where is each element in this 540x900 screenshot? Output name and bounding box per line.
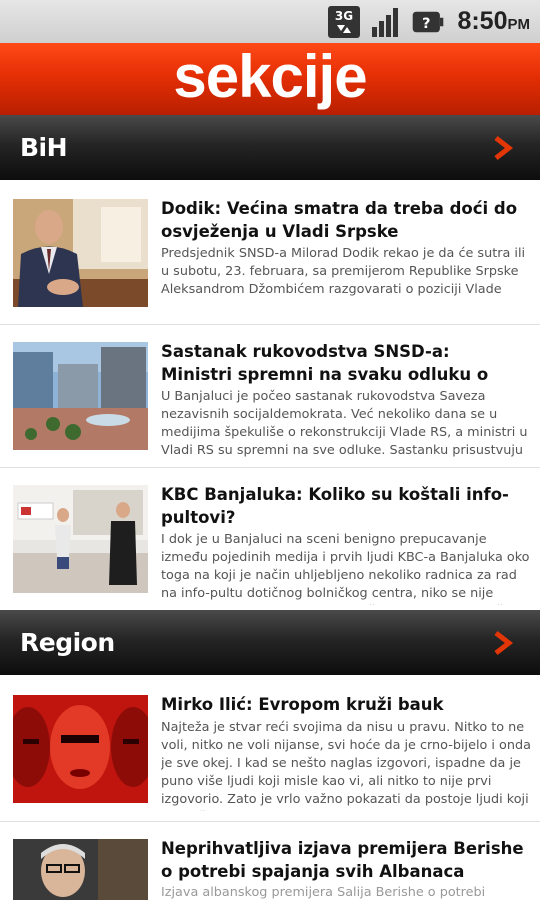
article-item[interactable]: Sastanak rukovodstva SNSD-a: Ministri sp… bbox=[0, 325, 540, 468]
section-header-bih[interactable]: BiH bbox=[0, 115, 540, 180]
clock: 8:50PM bbox=[457, 7, 530, 36]
article-summary: Izjava albanskog premijera Salija Berish… bbox=[161, 885, 486, 900]
network-type-label: 3G bbox=[335, 9, 353, 23]
article-title[interactable]: Dodik: Većina smatra da treba doći do os… bbox=[161, 197, 526, 243]
network-3g-icon: 3G bbox=[327, 5, 361, 39]
section-title: Region bbox=[20, 628, 115, 657]
article-summary: I dok je u Banjaluci na sceni benigno pr… bbox=[161, 532, 530, 605]
article-item[interactable]: KBC Banjaluka: Koliko su koštali info-pu… bbox=[0, 468, 540, 610]
signal-strength-icon bbox=[369, 5, 403, 39]
status-bar: 3G ? 8:50PM bbox=[0, 0, 540, 43]
article-thumbnail[interactable] bbox=[13, 695, 148, 803]
article-title[interactable]: KBC Banjaluka: Koliko su koštali info-pu… bbox=[161, 483, 526, 529]
clock-time: 8:50 bbox=[457, 7, 508, 35]
section-title: BiH bbox=[20, 133, 68, 162]
app-title: sekcije bbox=[173, 43, 367, 110]
article-item[interactable]: Mirko Ilić: Evropom kruži bauk nacizma! … bbox=[0, 675, 540, 822]
section-header-region[interactable]: Region bbox=[0, 610, 540, 675]
article-thumbnail[interactable] bbox=[13, 839, 148, 900]
app-header: sekcije bbox=[0, 43, 540, 115]
article-thumbnail[interactable] bbox=[13, 342, 148, 450]
article-summary: Predsjednik SNSD-a Milorad Dodik rekao j… bbox=[161, 246, 526, 297]
article-title[interactable]: Sastanak rukovodstva SNSD-a: Ministri sp… bbox=[161, 340, 526, 386]
article-thumbnail[interactable] bbox=[13, 199, 148, 307]
svg-text:?: ? bbox=[423, 15, 431, 31]
article-summary: U Banjaluci je počeo sastanak rukovodstv… bbox=[161, 389, 528, 458]
clock-ampm: PM bbox=[507, 16, 531, 33]
article-thumbnail[interactable] bbox=[13, 485, 148, 593]
battery-unknown-icon: ? bbox=[411, 5, 445, 39]
article-summary: Najteža je stvar reći svojima da nisu u … bbox=[161, 720, 531, 811]
chevron-right-icon[interactable] bbox=[492, 135, 514, 161]
article-title[interactable]: Neprihvatljiva izjava premijera Berishe … bbox=[161, 837, 526, 883]
article-item[interactable]: Dodik: Većina smatra da treba doći do os… bbox=[0, 180, 540, 325]
article-title[interactable]: Mirko Ilić: Evropom kruži bauk nacizma! bbox=[161, 693, 526, 717]
article-item[interactable]: Neprihvatljiva izjava premijera Berishe … bbox=[0, 822, 540, 900]
chevron-right-icon[interactable] bbox=[492, 630, 514, 656]
